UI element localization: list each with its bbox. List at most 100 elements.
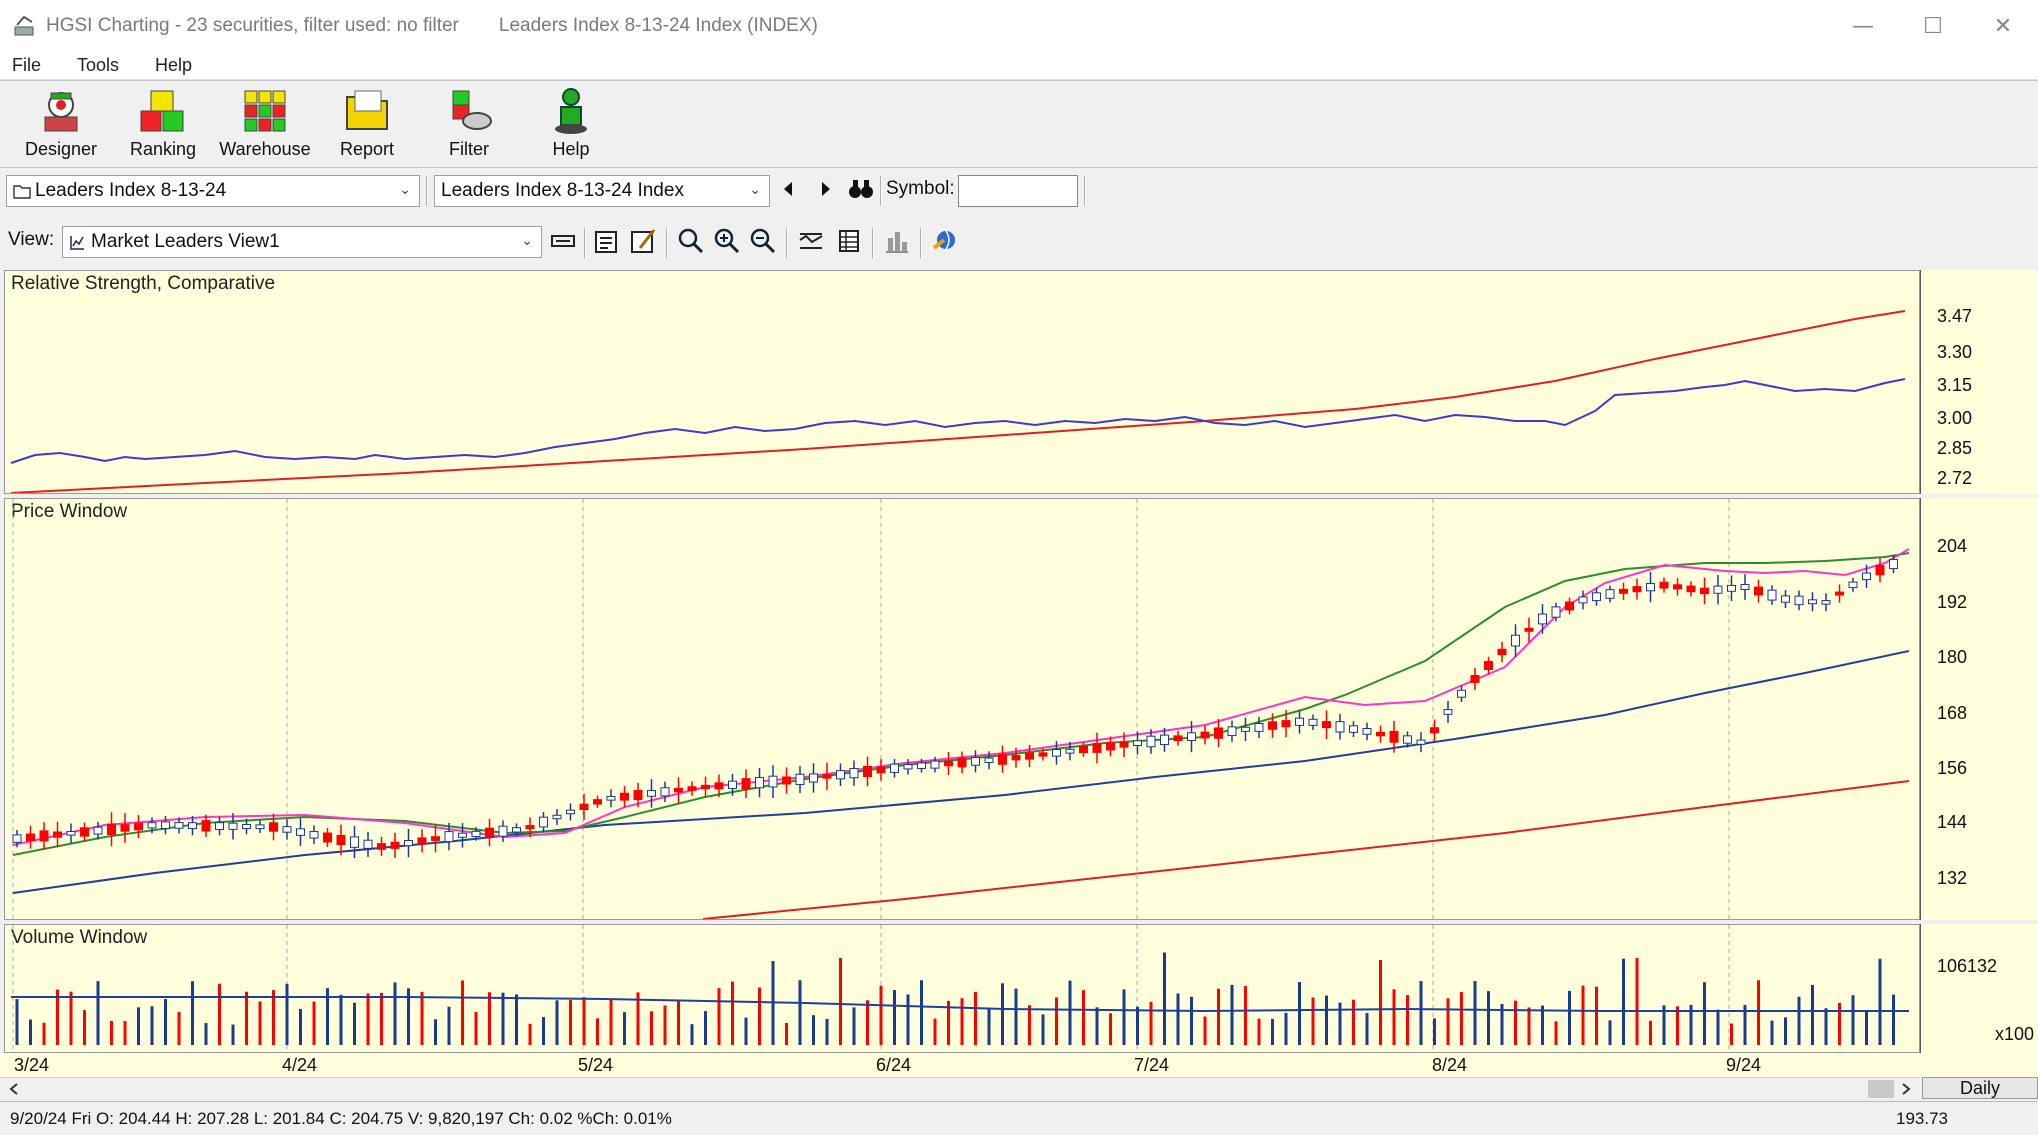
- rs-tick-label: 3.15: [1937, 375, 1973, 395]
- price-panel: Price Window: [4, 498, 1920, 920]
- price-tick-label: 192: [1937, 592, 1968, 612]
- candle-body: [1808, 599, 1817, 605]
- candle-body: [1254, 723, 1264, 732]
- candle-body: [377, 843, 386, 850]
- zoom-in-icon[interactable]: [712, 226, 742, 256]
- ranking-button[interactable]: Ranking: [112, 81, 214, 167]
- menu-tools[interactable]: Tools: [71, 55, 125, 76]
- candle-body: [1268, 721, 1277, 730]
- symbol-input[interactable]: [958, 175, 1078, 207]
- candle-body: [174, 822, 184, 829]
- view-settings-icon[interactable]: [548, 226, 578, 256]
- properties-icon[interactable]: [592, 226, 622, 256]
- date-label: 3/24: [14, 1055, 50, 1075]
- edit-icon[interactable]: [628, 226, 658, 256]
- warehouse-label: Warehouse: [219, 139, 311, 159]
- zoom-icon[interactable]: [676, 226, 706, 256]
- rs-tick-label: 3.30: [1937, 342, 1973, 362]
- candle-body: [1214, 727, 1223, 739]
- filter-label: Filter: [449, 139, 489, 159]
- volume-axis: 106132 x100: [1920, 924, 2038, 1053]
- candle-body: [944, 760, 953, 767]
- price-chart: [12, 499, 1910, 919]
- menu-bar: File Tools Help: [0, 52, 2038, 80]
- period-button[interactable]: Daily: [1922, 1077, 2038, 1099]
- candle-body: [795, 773, 805, 786]
- candle-body: [768, 775, 778, 788]
- horizontal-scrollbar[interactable]: [0, 1077, 1920, 1099]
- candle-body: [471, 830, 481, 837]
- candle-body: [26, 833, 35, 842]
- candle-body: [431, 836, 440, 841]
- indicator-lines-icon[interactable]: [796, 226, 826, 256]
- candle-body: [1538, 613, 1547, 625]
- data-table-icon[interactable]: [834, 226, 864, 256]
- candle-body: [957, 757, 967, 768]
- view-select[interactable]: Market Leaders View1 ⌄: [62, 226, 542, 258]
- help-person-icon: [555, 88, 587, 134]
- menu-help[interactable]: Help: [149, 55, 198, 76]
- rs-line: [10, 378, 1906, 464]
- chevron-down-icon: ⌄: [749, 182, 761, 198]
- candle-body: [1133, 740, 1142, 747]
- close-button[interactable]: ✕: [1968, 0, 2038, 52]
- scroll-thumb[interactable]: [1868, 1080, 1894, 1098]
- candle-body: [1578, 596, 1588, 604]
- candle-body: [998, 753, 1007, 765]
- designer-button[interactable]: Designer: [10, 81, 112, 167]
- next-arrow-icon[interactable]: [818, 180, 834, 198]
- candle-body: [1524, 627, 1534, 632]
- minimize-button[interactable]: —: [1828, 0, 1898, 52]
- candle-body: [1281, 720, 1291, 728]
- maximize-button[interactable]: ☐: [1898, 0, 1968, 52]
- volume-scale-label: x100: [1995, 1024, 2035, 1044]
- filter-button[interactable]: Filter: [418, 81, 520, 167]
- scroll-right-icon[interactable]: [1900, 1082, 1912, 1096]
- candle-body: [1200, 731, 1210, 739]
- candle-body: [741, 778, 751, 790]
- main-toolbar: Designer Ranking Warehouse Report Filter…: [0, 80, 2038, 168]
- warehouse-button[interactable]: Warehouse: [214, 81, 316, 167]
- candle-body: [782, 776, 791, 785]
- candle-body: [1740, 583, 1750, 591]
- candle-body: [971, 756, 980, 766]
- candle-body: [701, 784, 710, 790]
- candle-body: [1794, 595, 1804, 606]
- candle-body: [1632, 586, 1642, 593]
- candle-body: [660, 787, 670, 797]
- candle-body: [350, 836, 359, 848]
- candle-body: [53, 831, 62, 838]
- candle-body: [80, 827, 89, 837]
- bar-chart-icon[interactable]: [882, 226, 912, 256]
- ma-mid-line: [12, 552, 1910, 856]
- price-tick-label: 204: [1937, 536, 1968, 556]
- toolbar-separator: [584, 228, 586, 258]
- rs-chart: [10, 310, 1906, 493]
- refresh-globe-icon[interactable]: [930, 226, 960, 256]
- candle-body: [1754, 586, 1763, 596]
- candle-body: [404, 840, 413, 847]
- date-label: 6/24: [876, 1055, 912, 1075]
- list-select[interactable]: Leaders Index 8-13-24 ⌄: [6, 175, 420, 207]
- candle-body: [1727, 584, 1736, 592]
- candle-body: [1673, 584, 1682, 590]
- ranking-icon: [140, 90, 184, 132]
- candle-body: [1038, 752, 1048, 757]
- security-select[interactable]: Leaders Index 8-13-24 Index ⌄: [434, 175, 770, 207]
- candle-body: [1241, 726, 1250, 732]
- volume-panel: Volume Window: [4, 924, 1920, 1053]
- scroll-left-icon[interactable]: [8, 1082, 20, 1096]
- report-button[interactable]: Report: [316, 81, 418, 167]
- candle-body: [1619, 588, 1628, 594]
- candle-body: [323, 832, 332, 843]
- candle-body: [269, 822, 278, 832]
- status-value: 193.73: [1896, 1109, 1948, 1128]
- candle-body: [1889, 558, 1898, 570]
- candle-body: [1659, 581, 1669, 589]
- zoom-out-icon[interactable]: [748, 226, 778, 256]
- help-button[interactable]: Help: [520, 81, 622, 167]
- menu-file[interactable]: File: [6, 55, 47, 76]
- binoculars-icon[interactable]: [848, 178, 874, 200]
- previous-arrow-icon[interactable]: [780, 180, 796, 198]
- candle-body: [1362, 728, 1372, 735]
